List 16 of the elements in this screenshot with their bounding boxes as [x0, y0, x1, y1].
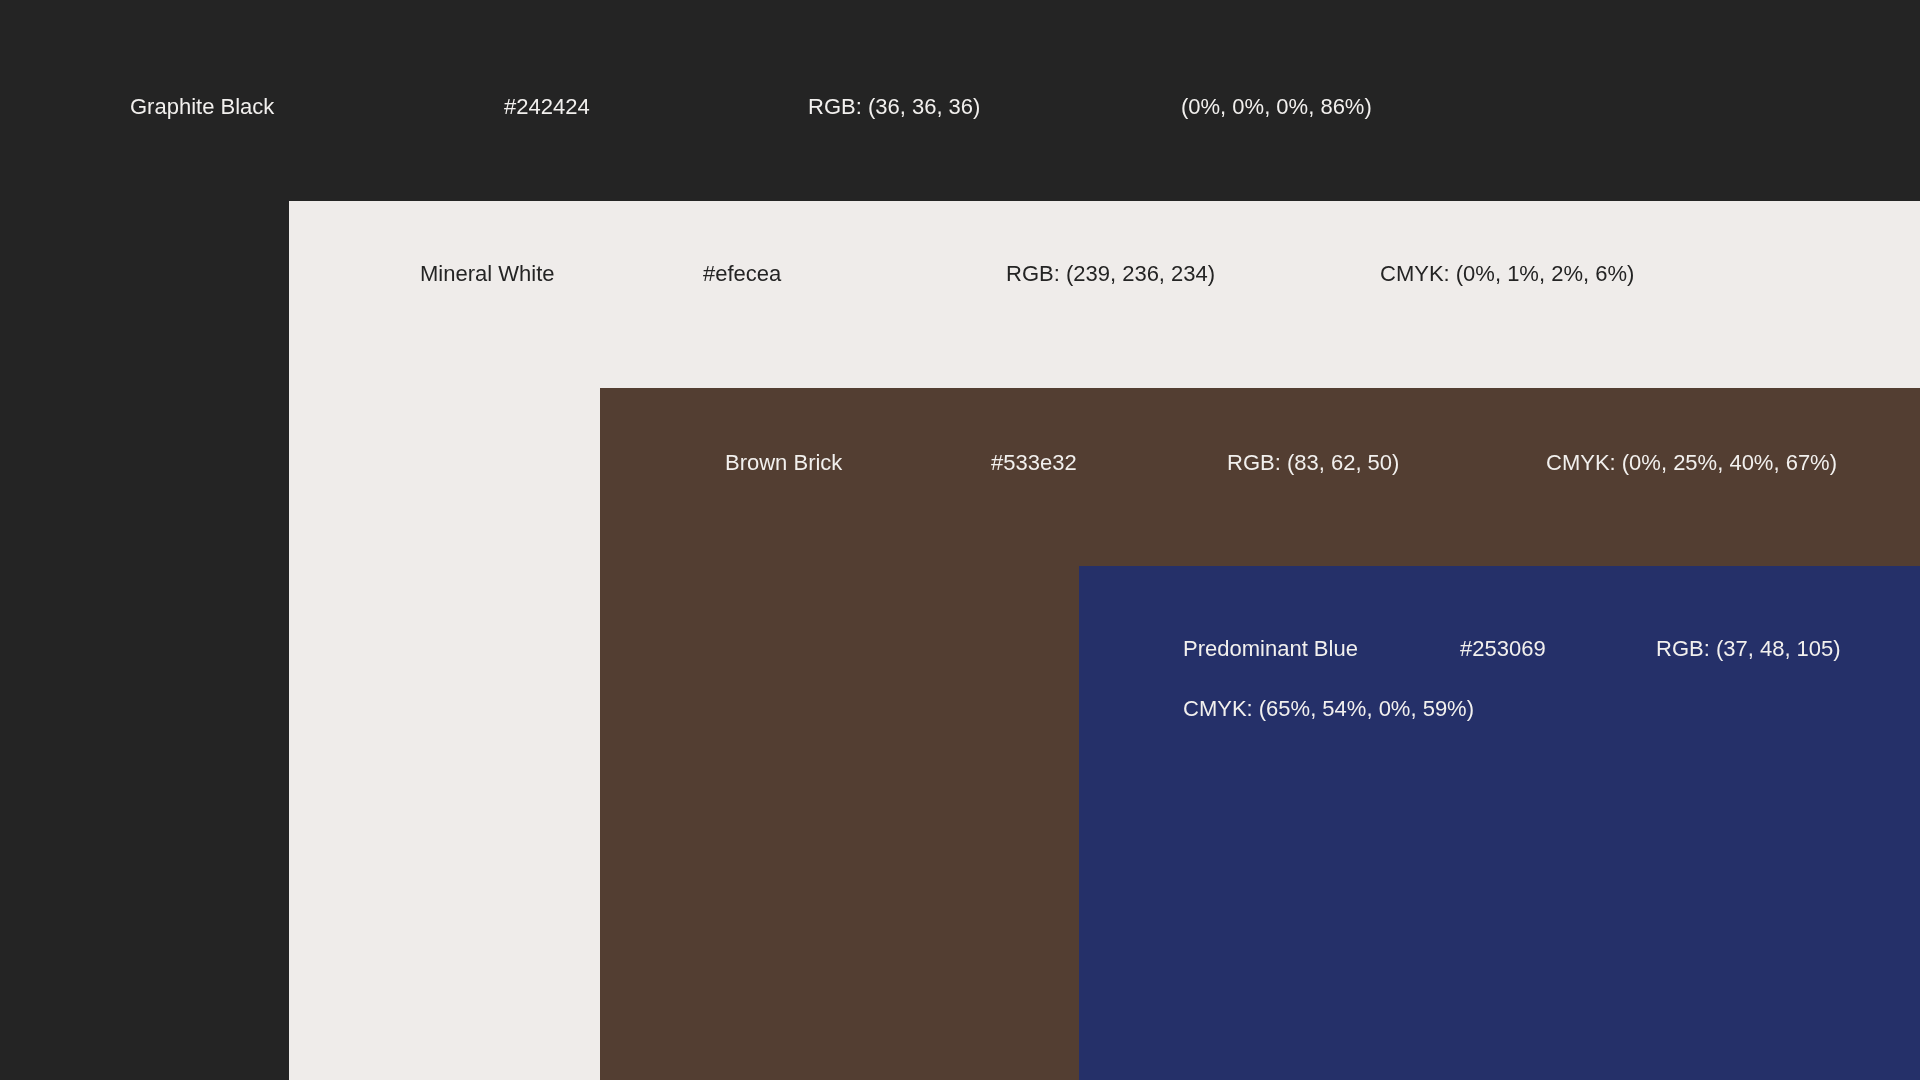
rgb-value: RGB: (36, 36, 36) — [808, 93, 982, 121]
cmyk-value: (0%, 0%, 0%, 86%) — [1181, 93, 1372, 121]
cmyk-value: CMYK: (0%, 25%, 40%, 67%) — [1546, 449, 1837, 477]
rgb-value: RGB: (37, 48, 105) — [1656, 635, 1842, 663]
hex-code: #253069 — [1460, 635, 1547, 663]
color-name: Graphite Black — [130, 93, 276, 121]
hex-code: #efecea — [703, 260, 783, 288]
color-name: Brown Brick — [725, 449, 844, 477]
color-name: Mineral White — [420, 260, 556, 288]
cmyk-value: CMYK: (65%, 54%, 0%, 59%) — [1183, 695, 1474, 723]
color-name: Predominant Blue — [1183, 635, 1359, 663]
hex-code: #533e32 — [991, 449, 1078, 477]
rgb-value: RGB: (83, 62, 50) — [1227, 449, 1401, 477]
hex-code: #242424 — [504, 93, 591, 121]
rgb-value: RGB: (239, 236, 234) — [1006, 260, 1217, 288]
cmyk-value: CMYK: (0%, 1%, 2%, 6%) — [1380, 260, 1635, 288]
